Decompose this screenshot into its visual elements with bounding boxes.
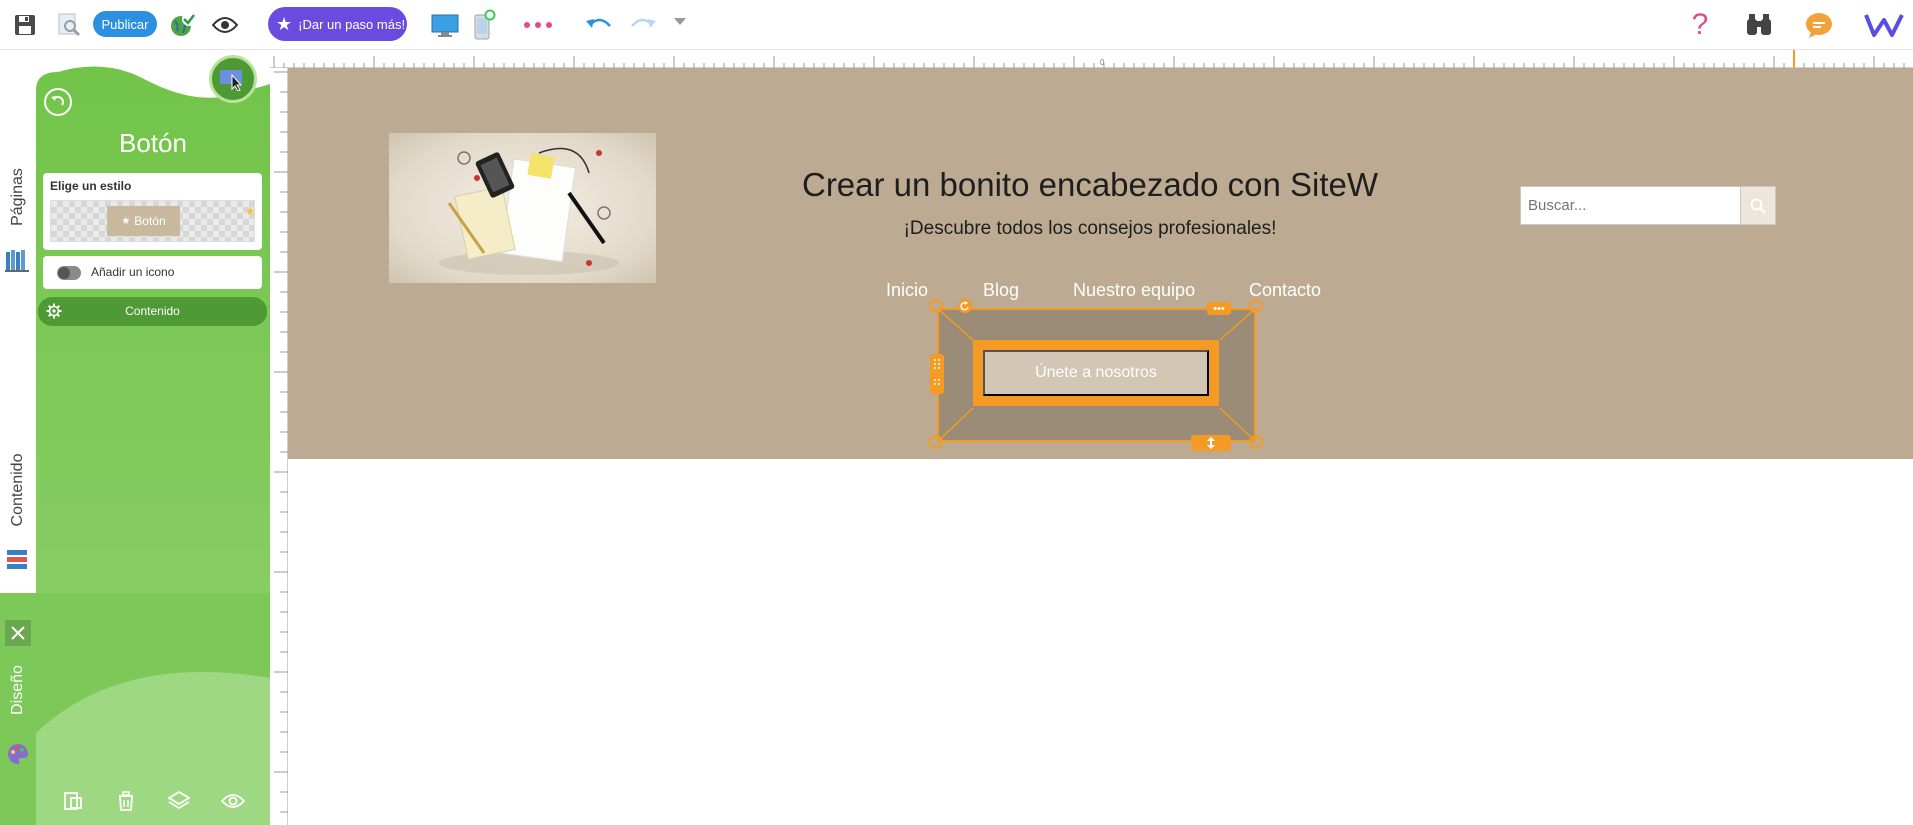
close-icon[interactable] xyxy=(5,620,31,646)
drag-grip-icon[interactable] xyxy=(930,354,944,394)
visibility-eye-icon[interactable] xyxy=(220,793,245,814)
site-title[interactable]: Crear un bonito encabezado con SiteW xyxy=(798,166,1382,204)
nav-item-blog[interactable]: Blog xyxy=(983,280,1019,301)
search-input[interactable] xyxy=(1520,186,1741,225)
question-icon[interactable]: ? xyxy=(1683,0,1717,50)
svg-text:0: 0 xyxy=(1100,58,1105,67)
style-sample-label: Botón xyxy=(134,214,166,228)
upgrade-button[interactable]: ★ ¡Dar un paso más! xyxy=(268,7,407,41)
office-supplies-illustration xyxy=(439,147,619,275)
palette-icon[interactable] xyxy=(6,742,30,771)
nav-item-team[interactable]: Nuestro equipo xyxy=(1073,280,1195,301)
tab-content[interactable]: Contenido xyxy=(9,454,27,527)
design-tab-area: Diseño xyxy=(0,593,270,825)
page-preview-icon[interactable] xyxy=(52,0,86,50)
rotate-icon[interactable] xyxy=(958,299,972,313)
chat-icon[interactable] xyxy=(1802,0,1836,50)
ruler-vertical xyxy=(270,68,288,825)
sitew-logo-icon[interactable] xyxy=(1862,0,1906,50)
star-icon: ★ xyxy=(121,215,131,227)
vertical-resize-icon[interactable] xyxy=(1191,435,1231,451)
ruler-horizontal-ticks: 0 xyxy=(273,50,1905,68)
tab-design[interactable]: Diseño xyxy=(9,665,27,715)
trash-icon[interactable] xyxy=(115,790,137,817)
desktop-icon[interactable] xyxy=(428,0,462,50)
editor-app: Publicar ★ ¡Dar un paso más! ? Páginas C… xyxy=(0,0,1913,825)
resize-handle-bottom-left[interactable] xyxy=(929,435,943,449)
resize-handle-top-right[interactable] xyxy=(1249,299,1263,313)
cta-button-outline: Únete a nosotros xyxy=(973,340,1219,406)
pages-library-icon[interactable] xyxy=(5,248,29,272)
add-icon-card[interactable]: Añadir un icono xyxy=(43,256,262,289)
layers-icon[interactable] xyxy=(166,790,191,817)
upgrade-label: ¡Dar un paso más! xyxy=(298,16,406,32)
ruler-horizontal: 0 xyxy=(270,50,1913,68)
star-icon: ★ xyxy=(276,14,293,34)
redo-icon[interactable] xyxy=(626,0,660,50)
add-icon-toggle[interactable] xyxy=(57,266,81,280)
save-icon[interactable] xyxy=(8,0,42,50)
resize-handle-top-left[interactable] xyxy=(929,299,943,313)
panel-title: Botón xyxy=(119,128,187,158)
duplicate-icon[interactable] xyxy=(62,790,84,817)
nav-item-contact[interactable]: Contacto xyxy=(1249,280,1321,301)
site-search xyxy=(1520,186,1776,225)
join-us-button[interactable]: Únete a nosotros xyxy=(983,350,1209,396)
undo-icon[interactable] xyxy=(582,0,616,50)
top-toolbar: Publicar ★ ¡Dar un paso más! ? xyxy=(0,0,1913,50)
style-preview[interactable]: ★ Botón ★ xyxy=(50,200,256,242)
select-tool-button[interactable] xyxy=(209,55,257,103)
binoculars-icon[interactable] xyxy=(1742,0,1776,50)
mobile-icon[interactable] xyxy=(466,0,500,50)
style-card-title: Elige un estilo xyxy=(50,179,132,193)
back-button[interactable] xyxy=(44,88,72,116)
content-blocks-icon[interactable] xyxy=(5,547,29,571)
ruler-vertical-ticks xyxy=(274,71,288,813)
selected-element-frame[interactable]: Únete a nosotros xyxy=(937,308,1256,442)
history-dropdown-icon[interactable] xyxy=(670,0,690,44)
content-settings-button[interactable]: Contenido xyxy=(38,297,267,326)
style-picker-card: Elige un estilo ★ Botón ★ xyxy=(43,173,262,250)
add-icon-label: Añadir un icono xyxy=(91,265,175,279)
style-sample-button[interactable]: ★ Botón xyxy=(107,206,180,236)
site-navigation: Inicio Blog Nuestro equipo Contacto xyxy=(288,280,1913,304)
search-button[interactable] xyxy=(1741,186,1776,225)
header-image[interactable] xyxy=(389,133,656,283)
globe-check-icon[interactable] xyxy=(166,0,200,50)
publish-button[interactable]: Publicar xyxy=(93,11,157,37)
tab-pages[interactable]: Páginas xyxy=(9,168,27,226)
site-subtitle[interactable]: ¡Descubre todos los consejos profesional… xyxy=(798,218,1382,240)
panel-bottom-actions xyxy=(36,782,270,825)
favorite-star-icon[interactable]: ★ xyxy=(245,204,256,218)
more-dots-icon[interactable] xyxy=(518,0,558,50)
eye-icon[interactable] xyxy=(208,0,242,50)
search-icon xyxy=(1750,198,1766,214)
nav-item-home[interactable]: Inicio xyxy=(886,280,928,301)
content-settings-label: Contenido xyxy=(125,304,180,318)
element-options-icon[interactable]: ••• xyxy=(1207,302,1231,315)
resize-handle-bottom-right[interactable] xyxy=(1249,435,1263,449)
